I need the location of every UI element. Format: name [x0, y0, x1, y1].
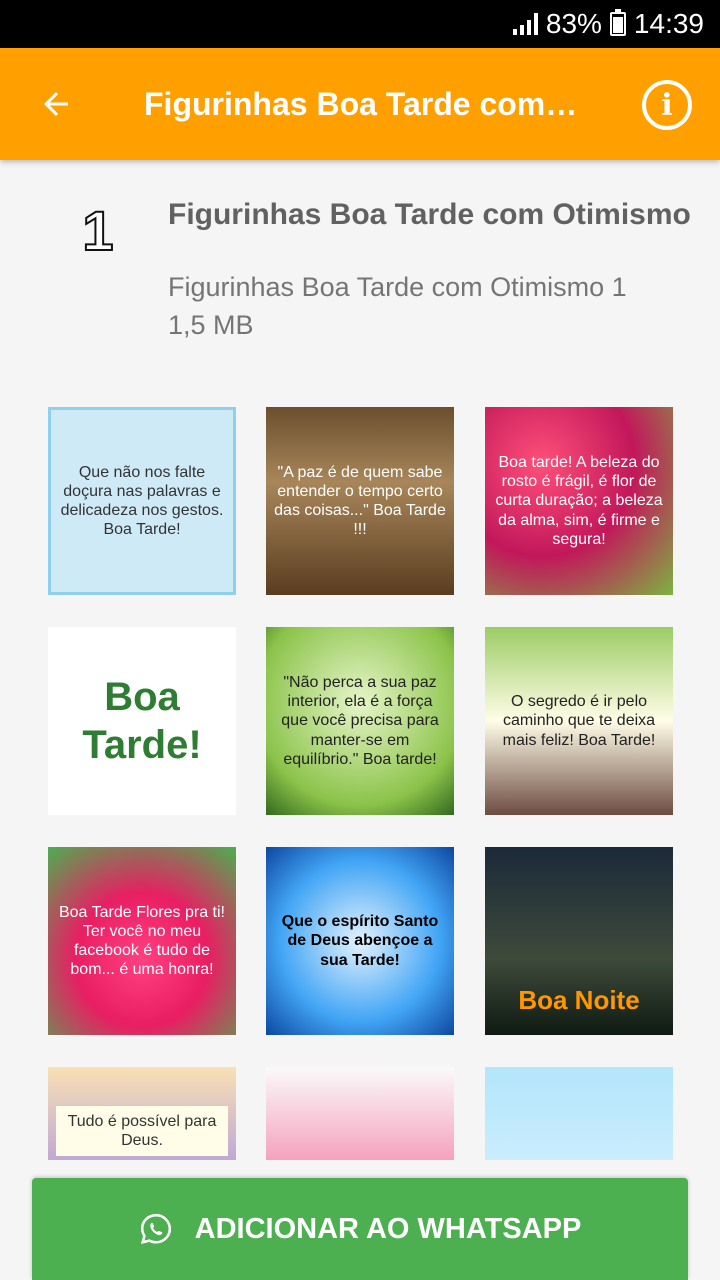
sticker-caption: Boa Tarde Flores pra ti! Ter você no meu… — [58, 903, 225, 979]
sticker-2[interactable]: "A paz é de quem sabe entender o tempo c… — [266, 407, 454, 595]
sticker-caption: Tudo é possível para Deus. — [56, 1105, 228, 1157]
clock: 14:39 — [633, 8, 704, 39]
battery-percent: 83% — [545, 8, 602, 39]
sticker-1[interactable]: Que não nos falte doçura nas palavras e … — [48, 407, 236, 595]
back-button[interactable] — [0, 48, 112, 160]
sticker-3[interactable]: Boa tarde! A beleza do rosto é frágil, é… — [485, 407, 673, 595]
sticker-10[interactable]: Tudo é possível para Deus. — [48, 1067, 236, 1160]
status-bar: 83% 14:39 — [0, 0, 720, 48]
signal-icon — [512, 13, 538, 35]
pack-size: 1,5 MB — [168, 310, 254, 340]
sticker-8[interactable]: Que o espírito Santo de Deus abençoe a s… — [266, 847, 454, 1035]
tray-icon: 1 — [81, 198, 114, 263]
sticker-caption: Que não nos falte doçura nas palavras e … — [60, 463, 224, 539]
sticker-caption: Boa Noite — [518, 985, 640, 1016]
sticker-7[interactable]: Boa Tarde Flores pra ti! Ter você no meu… — [48, 847, 236, 1035]
sticker-11[interactable] — [266, 1067, 454, 1160]
sticker-12[interactable] — [485, 1067, 673, 1160]
sticker-caption: "A paz é de quem sabe entender o tempo c… — [274, 463, 446, 539]
sticker-caption: Boa tarde! A beleza do rosto é frágil, é… — [495, 454, 663, 548]
arrow-back-icon — [44, 92, 68, 116]
sticker-6[interactable]: O segredo é ir pelo caminho que te deixa… — [485, 627, 673, 815]
app-bar-title: Figurinhas Boa Tarde com Otimismo — [144, 85, 584, 122]
battery-icon — [609, 9, 626, 36]
sticker-4[interactable]: Boa Tarde! — [48, 627, 236, 815]
pack-publisher: Figurinhas Boa Tarde com Otimismo 1 — [168, 272, 627, 302]
info-button[interactable]: i — [642, 80, 692, 130]
pack-name: Figurinhas Boa Tarde com Otimismo — [168, 198, 691, 231]
info-icon: i — [661, 87, 673, 123]
sticker-9[interactable]: Boa Noite — [485, 847, 673, 1035]
pack-header: 1 Figurinhas Boa Tarde com Otimismo Figu… — [0, 160, 720, 390]
sticker-grid: Que não nos falte doçura nas palavras e … — [48, 407, 674, 1160]
whatsapp-icon — [140, 1213, 171, 1245]
add-to-whatsapp-label: ADICIONAR AO WHATSAPP — [194, 1212, 582, 1245]
app-bar: Figurinhas Boa Tarde com Otimismo i — [0, 48, 720, 160]
sticker-caption: Que o espírito Santo de Deus abençoe a s… — [281, 913, 439, 969]
sticker-caption: "Não perca a sua paz interior, ela é a f… — [281, 674, 439, 768]
add-to-whatsapp-button[interactable]: ADICIONAR AO WHATSAPP — [32, 1178, 688, 1280]
sticker-5[interactable]: "Não perca a sua paz interior, ela é a f… — [266, 627, 454, 815]
sticker-caption: Boa Tarde! — [82, 675, 202, 767]
sticker-caption: O segredo é ir pelo caminho que te deixa… — [502, 693, 656, 749]
